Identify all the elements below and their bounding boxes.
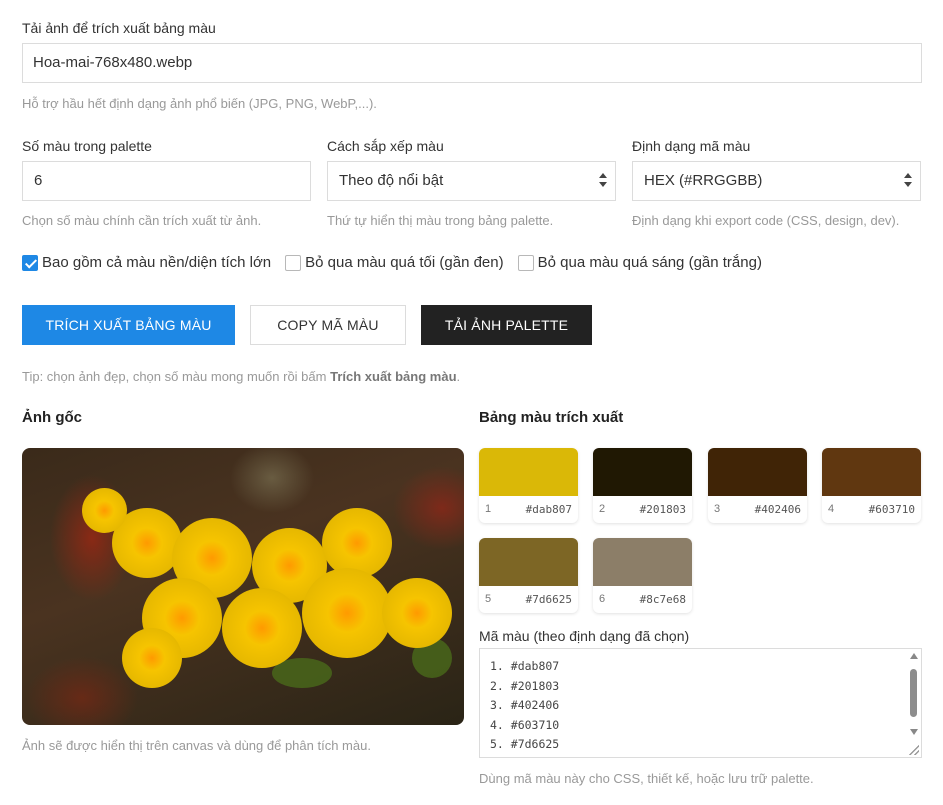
select-arrows-icon [599,173,607,189]
code-line: 2. #201803 [490,678,560,693]
code-line: 3. #402406 [490,698,560,712]
swatch-color [593,448,692,496]
format-help: Định dạng khi export code (CSS, design, … [632,213,900,228]
color-count-label: Số màu trong palette [22,138,152,154]
option-label: Bao gồm cả màu nền/diện tích lớn [42,254,272,271]
code-line: 4. #603710 [490,717,560,732]
source-image-canvas [22,448,464,725]
image-section-title: Ảnh gốc [22,409,82,426]
checkbox-unchecked[interactable] [285,254,302,271]
options-row: Bao gồm cả màu nền/diện tích lớn Bỏ qua … [22,254,776,271]
download-palette-button[interactable]: TẢI ẢNH PALETTE [421,305,592,345]
file-input[interactable]: Hoa-mai-768x480.webp [22,43,922,83]
swatch-index: 4 [828,503,835,515]
swatch-6[interactable]: 6 #8c7e68 [593,538,692,613]
code-line: 5. #7d6625 [490,737,560,751]
swatch-color [708,448,807,496]
swatch-color [479,538,578,586]
swatch-color [479,448,578,496]
swatch-4[interactable]: 4 #603710 [822,448,921,523]
swatch-hex: #dab807 [525,503,572,516]
option-skip-dark[interactable]: Bỏ qua màu quá tối (gần đen) [285,254,504,271]
scroll-thumb[interactable] [910,669,917,717]
sort-help: Thứ tự hiển thị màu trong bảng palette. [327,213,554,228]
swatch-index: 1 [485,503,492,515]
upload-help: Hỗ trợ hầu hết định dạng ảnh phổ biến (J… [22,96,377,111]
swatch-2[interactable]: 2 #201803 [593,448,692,523]
format-label: Định dạng mã màu [632,138,751,154]
option-label: Bỏ qua màu quá sáng (gần trắng) [537,254,762,271]
palette-section-title: Bảng màu trích xuất [479,409,624,426]
codes-help: Dùng mã màu này cho CSS, thiết kế, hoặc … [479,771,814,786]
copy-codes-button[interactable]: COPY MÃ MÀU [250,305,406,345]
sort-label: Cách sắp xếp màu [327,138,444,154]
code-line: 1. #dab807 [490,659,560,673]
swatch-hex: #201803 [639,503,686,516]
swatch-hex: #8c7e68 [639,593,686,606]
format-select[interactable]: HEX (#RRGGBB) [632,161,921,201]
swatch-index: 5 [485,593,492,605]
swatch-3[interactable]: 3 #402406 [708,448,807,523]
checkbox-unchecked[interactable] [517,254,534,271]
color-count-input[interactable]: 6 [22,161,311,201]
resize-handle-icon[interactable] [909,745,919,755]
tip-text: Tip: chọn ảnh đẹp, chọn số màu mong muốn… [22,369,461,384]
sort-select-value: Theo độ nổi bật [339,172,444,189]
checkbox-checked[interactable] [22,254,38,271]
option-skip-light[interactable]: Bỏ qua màu quá sáng (gần trắng) [517,254,762,271]
swatch-index: 3 [714,503,721,515]
scroll-down-icon[interactable] [910,729,918,735]
color-count-help: Chọn số màu chính cần trích xuất từ ảnh. [22,213,262,228]
option-label: Bỏ qua màu quá tối (gần đen) [305,254,504,271]
extract-button[interactable]: TRÍCH XUẤT BẢNG MÀU [22,305,235,345]
swatch-hex: #402406 [754,503,801,516]
swatch-index: 2 [599,503,606,515]
color-codes-textarea[interactable]: 1. #dab807 2. #201803 3. #402406 4. #603… [479,648,922,758]
select-arrows-icon [904,173,912,189]
sort-select[interactable]: Theo độ nổi bật [327,161,616,201]
swatch-5[interactable]: 5 #7d6625 [479,538,578,613]
upload-label: Tải ảnh để trích xuất bảng màu [22,20,216,36]
swatch-hex: #7d6625 [525,593,572,606]
swatch-hex: #603710 [868,503,915,516]
format-select-value: HEX (#RRGGBB) [644,172,763,189]
image-caption: Ảnh sẽ được hiển thị trên canvas và dùng… [22,738,371,753]
swatch-1[interactable]: 1 #dab807 [479,448,578,523]
swatch-color [822,448,921,496]
swatch-index: 6 [599,593,606,605]
swatch-color [593,538,692,586]
option-include-background[interactable]: Bao gồm cả màu nền/diện tích lớn [22,254,271,271]
scroll-up-icon[interactable] [910,653,918,659]
codes-label: Mã màu (theo định dạng đã chọn) [479,628,690,644]
textarea-scrollbar[interactable] [908,651,919,755]
